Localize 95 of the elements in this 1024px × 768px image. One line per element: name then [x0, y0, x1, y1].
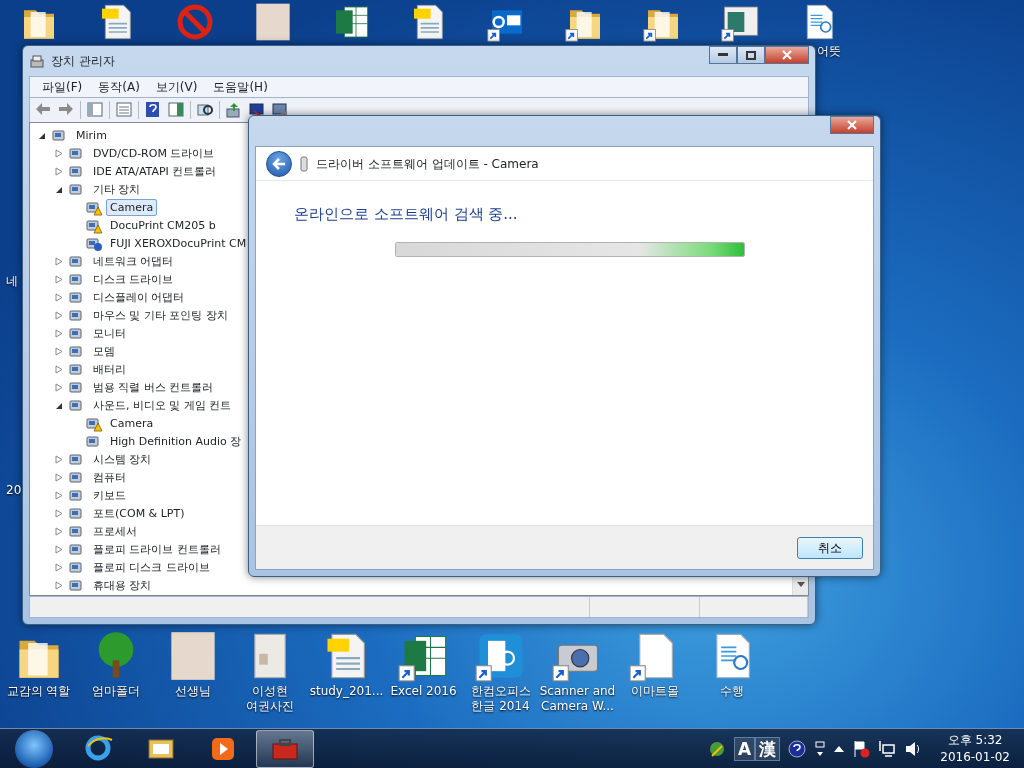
icon-label[interactable]: 수행 [719, 684, 744, 699]
back-button[interactable] [266, 150, 292, 177]
expand-arrow-icon[interactable] [55, 580, 63, 590]
close-button[interactable] [765, 46, 809, 64]
icon-label[interactable]: 이마트몰 [630, 684, 679, 699]
flag-error-icon[interactable] [852, 739, 871, 758]
minimize-icon [718, 53, 728, 57]
tree-item[interactable]: 키보드 [89, 486, 130, 504]
tree-item[interactable]: Mirim [72, 126, 111, 144]
icon-label[interactable]: 이성현 여권사진 [245, 684, 294, 714]
tree-item[interactable]: 디스크 드라이브 [89, 270, 178, 288]
expand-arrow-icon[interactable] [55, 256, 63, 266]
expand-arrow-icon[interactable] [55, 274, 63, 284]
icon-label[interactable]: study_201... [309, 684, 384, 699]
expand-arrow-icon[interactable] [55, 166, 63, 176]
expand-arrow-icon[interactable] [55, 328, 63, 338]
expand-arrow-icon[interactable] [55, 562, 63, 572]
scan-icon[interactable] [196, 101, 214, 119]
icon-label[interactable]: 한컴오피스 한글 2014 [470, 684, 531, 714]
tree-item[interactable]: 네트워크 어댑터 [89, 252, 178, 270]
tree-item[interactable]: FUJI XEROXDocuPrint CM [106, 234, 251, 252]
tree-item[interactable]: 시스템 장치 [89, 450, 156, 468]
expand-arrow-icon[interactable] [55, 472, 63, 482]
tree-item[interactable]: 프로세서 [89, 522, 141, 540]
taskbar-button[interactable] [256, 729, 314, 768]
expand-arrow-icon[interactable] [55, 292, 63, 302]
expand-arrow-icon[interactable] [55, 526, 63, 536]
clock-time[interactable]: 오후 5:32 [940, 731, 1010, 749]
cancel-button[interactable]: 취소 [797, 536, 863, 559]
close-icon [782, 50, 792, 60]
expand-arrow-icon[interactable] [55, 544, 63, 554]
update-icon[interactable] [225, 101, 243, 119]
menu-item[interactable]: 동작(A) [90, 78, 148, 96]
dialog-title: 드라이버 소프트웨어 업데이트 - Camera [316, 155, 539, 173]
icon-label[interactable]: Scanner and Camera W... [539, 684, 616, 714]
ime-button[interactable]: 漢 [755, 736, 781, 761]
clock-date[interactable]: 2016-01-02 [940, 748, 1010, 766]
tree-item[interactable]: 디스플레이 어댑터 [89, 288, 189, 306]
menu-item[interactable]: 파일(F) [34, 78, 91, 96]
ime-button[interactable]: A [734, 736, 756, 761]
tree-item[interactable]: 마우스 및 기타 포인팅 장치 [89, 306, 232, 324]
tree-item[interactable]: 사운드, 비디오 및 게임 컨트 [89, 396, 236, 414]
status-heading: 온라인으로 소프트웨어 검색 중... [294, 204, 519, 225]
tree-item[interactable]: DocuPrint CM205 b [106, 216, 220, 234]
tree-item[interactable]: 모뎀 [89, 342, 119, 360]
network-icon[interactable] [878, 739, 897, 758]
expand-arrow-icon[interactable] [55, 364, 63, 374]
expand-arrow-icon[interactable] [55, 346, 63, 356]
tree-item[interactable]: 범용 직렬 버스 컨트롤러 [89, 378, 218, 396]
device-icon [300, 155, 308, 172]
restore-icon[interactable] [814, 740, 827, 757]
panel-icon[interactable] [167, 101, 185, 119]
help-icon[interactable] [144, 101, 162, 119]
tree-item[interactable]: 컴퓨터 [89, 468, 130, 486]
icon-label[interactable]: 엄마폴더 [91, 684, 140, 699]
menu-item[interactable]: 도움말(H) [205, 78, 276, 96]
tree-item[interactable]: 플로피 드라이브 컨트롤러 [89, 540, 225, 558]
expand-arrow-icon[interactable] [55, 148, 63, 158]
back-arrow-icon [272, 157, 286, 170]
tree-item[interactable]: 휴대용 장치 [89, 576, 156, 594]
menu-item[interactable]: 보기(V) [147, 78, 206, 96]
expand-arrow-icon[interactable] [55, 310, 63, 320]
tree-item[interactable]: 플로피 디스크 드라이브 [89, 558, 214, 576]
maximize-icon [746, 50, 756, 60]
expand-arrow-icon[interactable] [55, 382, 63, 392]
expand-arrow-icon[interactable] [55, 508, 63, 518]
close-button[interactable] [830, 116, 874, 134]
tree-item[interactable]: Camera [106, 198, 158, 216]
maximize-button[interactable] [737, 46, 765, 64]
tree-item[interactable]: Camera [106, 414, 158, 432]
language-bar-icon[interactable] [708, 739, 727, 758]
close-icon [847, 120, 857, 130]
icon-label[interactable]: 네 [6, 272, 18, 290]
tree-item[interactable]: IDE ATA/ATAPI 컨트롤러 [89, 162, 221, 180]
tree-item[interactable]: DVD/CD-ROM 드라이브 [89, 144, 219, 162]
icon-label[interactable]: 선생님 [174, 684, 211, 699]
start-button[interactable] [14, 728, 54, 768]
tree-item[interactable]: 배터리 [89, 360, 130, 378]
icon-label[interactable]: 20 [6, 481, 22, 499]
icon-label[interactable]: 교감의 역할 [6, 684, 71, 699]
photo-placeholder[interactable] [253, 2, 293, 42]
computer-icon [29, 53, 45, 70]
expand-arrow-icon[interactable] [55, 454, 63, 464]
tree-item[interactable]: 모니터 [89, 324, 130, 342]
window-title: 장치 관리자 [51, 53, 115, 70]
minimize-button[interactable] [709, 46, 737, 64]
icon-label[interactable]: Excel 2016 [390, 684, 457, 699]
icon-label[interactable]: 어뜻 [817, 44, 841, 59]
scroll-down-arrow-icon[interactable] [796, 582, 805, 587]
tree-item[interactable]: 포트(COM & LPT) [89, 504, 189, 522]
tree-item[interactable]: High Definition Audio 장 [106, 432, 246, 450]
show-hidden-icons-icon[interactable] [834, 744, 845, 753]
tree-item[interactable]: 기타 장치 [89, 180, 145, 198]
expand-arrow-icon[interactable] [55, 490, 63, 500]
help-icon[interactable] [788, 739, 807, 758]
